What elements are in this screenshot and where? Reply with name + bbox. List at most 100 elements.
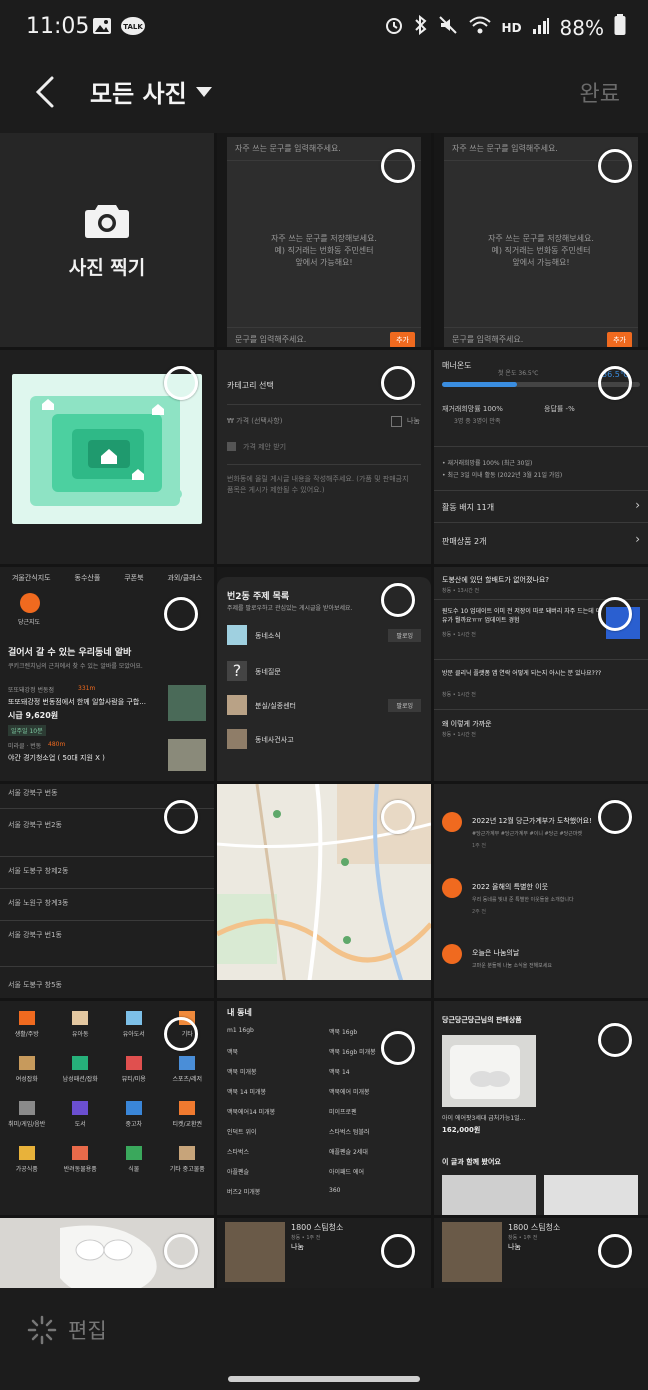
place-item: 서울 강북구 번1동	[8, 931, 62, 939]
history-item: 버즈2 미개봉	[227, 1189, 261, 1196]
history-item: 미이프로펜	[329, 1109, 357, 1116]
photo-thumbnail[interactable]: 서울 강북구 번동 서울 강북구 번2동 서울 도봉구 창제2동 서울 노원구 …	[0, 784, 214, 998]
select-circle[interactable]	[598, 800, 632, 834]
listing-meta: 창동 • 1주 전	[291, 1235, 321, 1241]
photo-thumbnail[interactable]	[0, 1218, 214, 1299]
job2-dist: 480m	[48, 741, 66, 748]
photo-thumbnail[interactable]: 1800 스팀청소 창동 • 1주 전 나눔	[434, 1218, 648, 1299]
manner-title: 매너온도	[442, 361, 472, 370]
photo-thumbnail[interactable]: 생활/주방 유아동 유아도서 기타 여성잡화 남성패션/잡화 뷰티/미용 스포츠…	[0, 1001, 214, 1215]
photo-thumbnail[interactable]: 내 동네 m1 16gb 맥북 16gb 맥북 맥북 16gb 미개봉 맥북 미개봉…	[217, 1001, 431, 1215]
product-title: 아이 에어팟3세대 급처가능1일...	[442, 1115, 526, 1122]
battery-icon	[614, 14, 626, 41]
topic-2: 동네질문	[255, 668, 281, 676]
category-item: 남성패션/잡화	[62, 1076, 98, 1083]
select-circle[interactable]	[381, 149, 415, 183]
note-add-button: 추가	[390, 332, 415, 347]
select-circle[interactable]	[381, 1234, 415, 1268]
place-item: 서울 도봉구 창5동	[8, 981, 62, 989]
job1-title: 또또돼강정 번동점에서 한께 일할사람을 구합...	[8, 698, 146, 706]
badge-row: 활동 배지 11개	[442, 503, 495, 512]
offer-label: 가격 제안 받기	[243, 443, 287, 451]
notify-sub: 우리 동네를 빛내 준 특별한 이웃들을 소개합니다	[472, 897, 574, 903]
photo-thumbnail[interactable]: 매너온도 첫 온도 36.5℃ 36.5℃ 재거래희망률 100% 3명 중 3…	[434, 350, 648, 564]
select-circle[interactable]	[164, 366, 198, 400]
select-circle[interactable]	[381, 583, 415, 617]
history-item: 360	[329, 1187, 341, 1194]
photo-thumbnail[interactable]: 당근당근당근님의 판매상품 아이 에어팟3세대 급처가능1일... 162,00…	[434, 1001, 648, 1215]
photo-thumbnail[interactable]	[217, 784, 431, 998]
history-item: 아이패드 에어	[329, 1169, 365, 1176]
job2-title: 야간 경기청소업 ( 50대 지원 X )	[8, 754, 105, 762]
select-circle[interactable]	[381, 1031, 415, 1065]
job2-shop: 미라클 · 번동	[8, 743, 42, 750]
mute-icon	[438, 15, 458, 40]
select-circle[interactable]	[598, 597, 632, 631]
category-item: 유아동	[71, 1031, 89, 1038]
select-circle[interactable]	[598, 1023, 632, 1057]
place-item: 서울 노원구 창계3동	[8, 899, 69, 907]
album-selector[interactable]: 모든 사진	[90, 74, 213, 109]
notify-sub: #당근가계부 #당근가계부 #이니 #당근 #당근마켓	[472, 831, 583, 837]
note-input-text: 문구를 입력해주세요.	[452, 335, 524, 344]
select-circle[interactable]	[598, 149, 632, 183]
edit-button[interactable]: 편집	[26, 1314, 107, 1346]
place-item: 서울 강북구 번동	[8, 789, 58, 797]
album-title: 모든 사진	[90, 80, 187, 108]
photo-thumbnail[interactable]: 카테고리 선택 ₩ 가격 (선택사항) 나눔 가격 제안 받기 번화동에 올릴 …	[217, 350, 431, 564]
category-item: 생활/주방	[14, 1031, 39, 1038]
quick-cat: 과외/클래스	[167, 574, 203, 582]
chevron-left-icon	[35, 76, 54, 108]
edit-label: 편집	[68, 1319, 107, 1343]
alarm-icon	[384, 15, 404, 40]
topic-3: 분실/실종센터	[255, 702, 296, 710]
select-circle[interactable]	[164, 1234, 198, 1268]
history-item: 맥북에어 미개봉	[329, 1089, 370, 1096]
search-heading: 내 동네	[227, 1008, 252, 1017]
select-circle[interactable]	[164, 597, 198, 631]
category-item: 중고차	[125, 1121, 143, 1128]
photo-thumbnail[interactable]: 자주 쓰는 문구를 입력해주세요. 자주 쓰는 문구를 저장해보세요. 예) 직…	[434, 133, 648, 347]
listing-tag: 나눔	[508, 1243, 521, 1251]
category-item: 도서	[74, 1121, 86, 1128]
notify-time: 1주 전	[472, 843, 486, 849]
select-circle[interactable]	[381, 366, 415, 400]
post-title: 도봉산에 있던 할배트가 없어졌나요?	[442, 576, 549, 584]
select-circle[interactable]	[598, 1234, 632, 1268]
photo-thumbnail[interactable]: 1800 스팀청소 창동 • 1주 전 나눔	[217, 1218, 431, 1299]
shop-heading: 당근당근당근님의 판매상품	[442, 1016, 522, 1024]
select-circle[interactable]	[164, 800, 198, 834]
job1-dist: 331m	[78, 685, 96, 692]
place-item: 서울 도봉구 창제2동	[8, 867, 69, 875]
photo-thumbnail[interactable]: 자주 쓰는 문구를 입력해주세요. 자주 쓰는 문구를 저장해보세요. 예) 직…	[217, 133, 431, 347]
post-meta: 창동 • 1시간 전	[442, 692, 476, 698]
post-desc-text: 번화동에 올릴 게시글 내용을 작성해주세요. (가품 및 판매금지 품목은 게…	[227, 475, 409, 494]
topic-4: 동네사건사고	[255, 736, 294, 744]
select-circle[interactable]	[598, 366, 632, 400]
take-photo-label: 사진 찍기	[68, 256, 146, 279]
category-item: 반려동물용품	[63, 1166, 97, 1173]
photo-thumbnail[interactable]: 겨울간식지도 동수산풀 쿠폰북 과외/클래스 당근지도 걸어서 갈 수 있는 우…	[0, 567, 214, 781]
manner-rehire: 재거래희망률 100%	[442, 405, 503, 413]
done-button[interactable]: 완료	[580, 76, 620, 108]
take-photo-tile[interactable]: 사진 찍기	[0, 133, 214, 347]
svg-text:TALK: TALK	[123, 23, 143, 31]
sparkle-edit-icon	[27, 1315, 57, 1345]
select-circle[interactable]	[381, 800, 415, 834]
post-title: 원도수 10 업데이트 이미 전 저장이 따로 돼버리 자주 드는데 이유가 뭘…	[442, 608, 602, 624]
photo-thumbnail[interactable]: 2022년 12월 당근가계부가 도착했어요! #당근가계부 #당근가계부 #이…	[434, 784, 648, 998]
photo-thumbnail[interactable]: 번2동 주제 목록 주제를 팔로우하고 관심있는 게시글을 받아보세요. 동네소…	[217, 567, 431, 781]
photo-thumbnail[interactable]	[0, 350, 214, 564]
product-image	[442, 1035, 536, 1107]
photo-thumbnail[interactable]: 도봉산에 있던 할배트가 없어졌나요? 창동 • 13시간 전 원도수 10 업…	[434, 567, 648, 781]
back-button[interactable]	[28, 72, 68, 112]
notify-title: 2022년 12월 당근가계부가 도착했어요!	[472, 817, 592, 825]
home-indicator[interactable]	[228, 1376, 420, 1382]
quick-cat: 겨울간식지도	[11, 574, 51, 582]
bottom-toolbar: 편집	[0, 1288, 648, 1390]
follow-button: 팔로잉	[388, 699, 421, 712]
listing-title: 1800 스팀청소	[291, 1223, 344, 1232]
battery-percent: 88%	[559, 15, 604, 40]
job1-shop: 또또돼강정 번동점	[8, 687, 55, 694]
select-circle[interactable]	[164, 1017, 198, 1051]
